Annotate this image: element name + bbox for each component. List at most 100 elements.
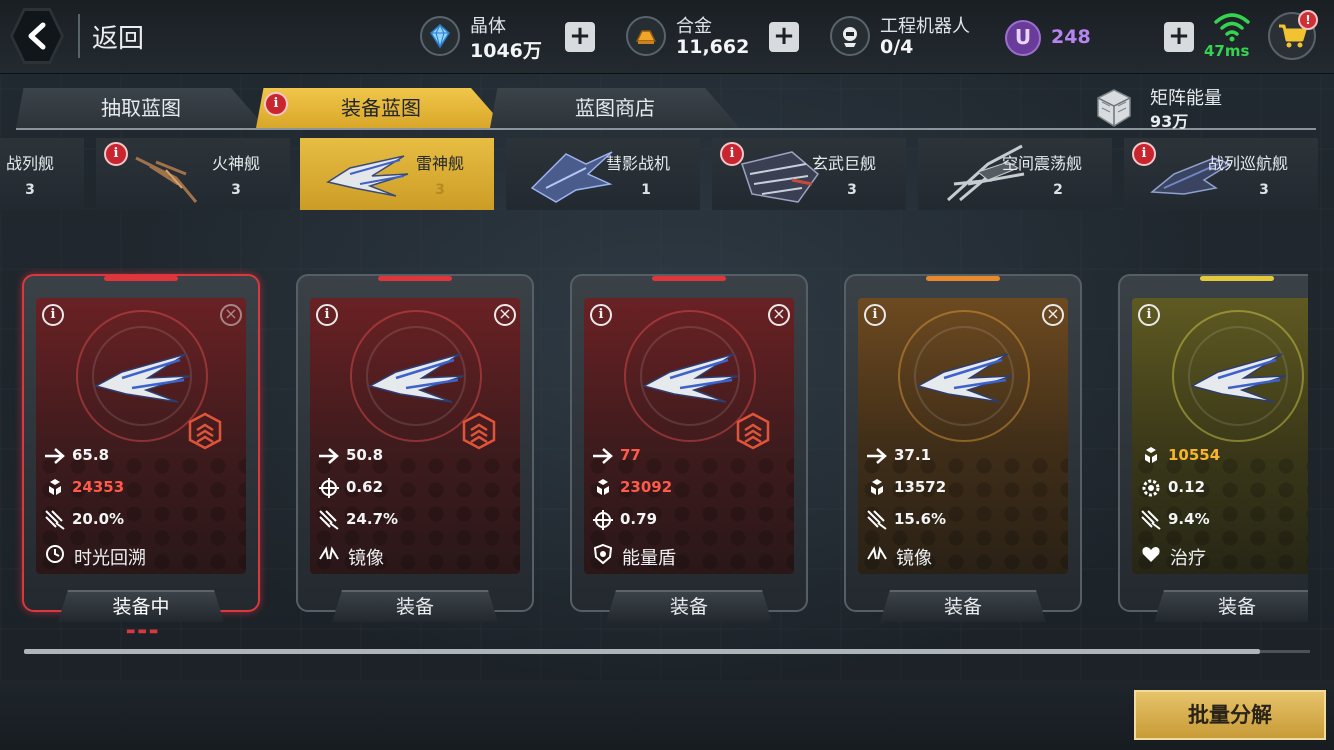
resource-alloy: 合金 11,662	[626, 10, 766, 62]
stat-row: 50.8	[318, 444, 518, 468]
blueprint-card[interactable]: i × 77 23092 0.79 能量盾 装备	[570, 274, 808, 622]
matrix-energy-label: 矩阵能量	[1150, 88, 1222, 109]
stat-value: 37.1	[894, 446, 932, 464]
heal-icon	[1142, 547, 1160, 562]
fire-icon	[1141, 510, 1161, 530]
mirror-icon	[867, 546, 887, 560]
shield-hex-icon	[1145, 447, 1157, 463]
blueprint-card[interactable]: i × 65.8 24353 20.0% 时光回溯 装备中 ▬▬▬	[22, 274, 260, 636]
stat-row: 10554	[1140, 444, 1308, 468]
blueprint-card[interactable]: i × 50.8 0.62 24.7% 镜像 装备	[296, 274, 534, 622]
shield-hex-icon	[871, 479, 883, 495]
info-icon[interactable]: i	[864, 304, 886, 326]
stat-row: 0.12	[1140, 476, 1308, 500]
ship-count: 3	[435, 182, 445, 198]
tab-draw-blueprint[interactable]: 抽取蓝图	[16, 88, 266, 128]
back-label[interactable]: 返回	[92, 18, 144, 55]
shield-hex-icon	[597, 479, 609, 495]
stat-row: 9.4%	[1140, 508, 1308, 532]
equip-button[interactable]: 装备	[606, 590, 772, 622]
ship-count: 3	[231, 182, 241, 198]
info-icon[interactable]: i	[1138, 304, 1160, 326]
stat-row: 0.79	[592, 508, 792, 532]
selected-indicator: ▬▬▬	[126, 626, 161, 636]
gear-icon	[1142, 479, 1160, 497]
add-alloy-button[interactable]: +	[769, 22, 799, 52]
shop-cart-button[interactable]: !	[1268, 10, 1318, 60]
speed-icon	[319, 448, 339, 464]
divider	[78, 14, 80, 58]
ship-name: 空间震荡舰	[1001, 154, 1082, 173]
scrollbar-thumb[interactable]	[24, 649, 1260, 654]
energy-shield-icon	[593, 543, 613, 565]
ship-item-battleship[interactable]: 战列舰 3	[0, 138, 84, 210]
stat-row: 23092	[592, 476, 792, 500]
close-icon[interactable]: ×	[220, 304, 242, 326]
ship-count: 3	[1259, 182, 1269, 198]
close-icon[interactable]: ×	[494, 304, 516, 326]
ship-count: 2	[1053, 182, 1063, 198]
card-body: i × 37.1 13572 15.6% 镜像	[858, 298, 1068, 574]
stat-row: 65.8	[44, 444, 244, 468]
u-currency-value: 248	[1051, 26, 1091, 48]
close-icon[interactable]: ×	[1042, 304, 1064, 326]
equip-button[interactable]: 装备	[332, 590, 498, 622]
ship-icon	[915, 353, 1013, 403]
ship-name: 战列巡航舰	[1207, 154, 1288, 173]
alert-badge: !	[1298, 10, 1318, 30]
skill-label: 治疗	[1170, 548, 1206, 569]
stat-value: 50.8	[346, 446, 384, 464]
tab-equip-blueprint[interactable]: 装备蓝图	[256, 88, 506, 128]
resource-value: 1046万	[470, 40, 542, 62]
stat-row: 0.62	[318, 476, 518, 500]
wifi-icon	[1214, 13, 1250, 42]
equip-button[interactable]: 装备	[1154, 590, 1308, 622]
skill-label: 时光回溯	[74, 548, 146, 569]
info-icon[interactable]: i	[316, 304, 338, 326]
stat-row: 77	[592, 444, 792, 468]
blueprint-card[interactable]: i × 37.1 13572 15.6% 镜像 装备	[844, 274, 1082, 622]
close-icon[interactable]: ×	[768, 304, 790, 326]
rarity-indicator	[378, 276, 452, 281]
rarity-indicator	[104, 276, 178, 281]
ship-item-thor[interactable]: 雷神舰 3	[300, 138, 494, 210]
card-body: i 10554 0.12 9.4% 治疗	[1132, 298, 1308, 574]
ship-item-spatial-shock[interactable]: 空间震荡舰 2	[918, 138, 1112, 210]
ship-item-vulcan[interactable]: i 火神舰 3	[96, 138, 290, 210]
info-icon[interactable]: i	[42, 304, 64, 326]
speed-icon	[45, 448, 65, 464]
ship-item-comet[interactable]: 彗影战机 1	[506, 138, 700, 210]
resource-value: 11,662	[676, 36, 750, 58]
crystal-icon	[420, 16, 460, 56]
alloy-icon	[626, 16, 666, 56]
stat-value: 20.0%	[72, 510, 125, 528]
ship-icon	[135, 156, 198, 203]
stat-row: 24353	[44, 476, 244, 500]
alert-icon: i	[720, 142, 744, 166]
stat-value: 23092	[620, 478, 673, 496]
ship-item-battlecruiser[interactable]: i 战列巡航舰 3	[1124, 138, 1318, 210]
rarity-indicator	[1200, 276, 1274, 281]
add-crystal-button[interactable]: +	[565, 22, 595, 52]
stat-value: 24.7%	[346, 510, 399, 528]
card-body: i × 50.8 0.62 24.7% 镜像	[310, 298, 520, 574]
shield-hex-icon	[49, 479, 61, 495]
add-u-currency-button[interactable]: +	[1164, 22, 1194, 52]
ship-icon	[367, 353, 465, 403]
info-icon[interactable]: i	[590, 304, 612, 326]
tab-blueprint-shop[interactable]: 蓝图商店	[490, 88, 740, 128]
skill-label: 能量盾	[622, 548, 676, 569]
bulk-decompose-button[interactable]: 批量分解	[1134, 690, 1326, 740]
rarity-indicator	[652, 276, 726, 281]
skill-label: 镜像	[896, 548, 932, 569]
stat-value: 9.4%	[1168, 510, 1210, 528]
equip-button[interactable]: 装备	[880, 590, 1046, 622]
speed-icon	[593, 448, 613, 464]
back-button[interactable]	[10, 8, 64, 64]
ship-icon	[1189, 353, 1287, 403]
ship-item-xuanwu[interactable]: i 玄武巨舰 3	[712, 138, 906, 210]
equipped-button[interactable]: 装备中	[58, 590, 224, 622]
ship-name: 雷神舰	[415, 154, 464, 173]
blueprint-card[interactable]: i 10554 0.12 9.4% 治疗 装备	[1118, 274, 1308, 622]
stat-row: 13572	[866, 476, 1066, 500]
